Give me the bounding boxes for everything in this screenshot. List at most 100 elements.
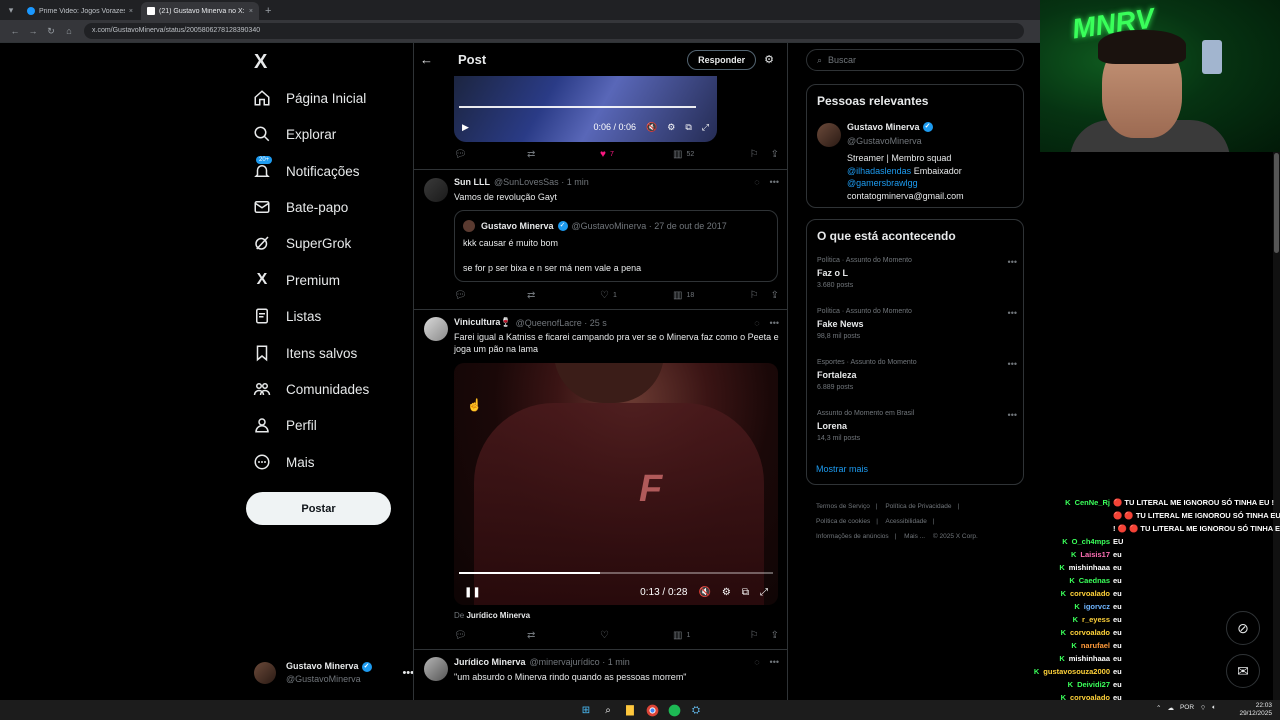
nav-item-explore[interactable]: Explorar bbox=[252, 119, 336, 149]
close-tab-icon[interactable]: × bbox=[129, 8, 133, 15]
search-input[interactable]: Buscar bbox=[828, 55, 856, 65]
account-switcher[interactable]: Gustavo Minerva ✓ @GustavoMinerva ••• bbox=[254, 653, 414, 693]
steam-icon[interactable]: ⛭ bbox=[688, 702, 704, 718]
trend-item[interactable]: Política · Assunto do Momento Faz o L 3.… bbox=[817, 257, 1017, 289]
tweet-author-handle[interactable]: @SunLovesSas bbox=[494, 177, 559, 187]
more-dots-icon[interactable]: ••• bbox=[1008, 308, 1017, 318]
share-icon[interactable]: ⇪ bbox=[771, 630, 779, 641]
avatar[interactable] bbox=[424, 657, 448, 681]
tweet-author-handle[interactable]: @QueenofLacre bbox=[516, 318, 582, 328]
avatar[interactable] bbox=[424, 178, 448, 202]
folder-icon[interactable]: ▇ bbox=[622, 702, 638, 718]
nav-item-supergrok[interactable]: SuperGrok bbox=[252, 228, 351, 258]
footer-link[interactable]: Acessibilidade bbox=[885, 518, 927, 525]
fullscreen-icon[interactable]: ⤢ bbox=[760, 587, 768, 598]
nav-item-more[interactable]: Mais bbox=[252, 447, 315, 477]
mute-icon[interactable]: 🔇 bbox=[698, 587, 710, 598]
avatar[interactable] bbox=[424, 317, 448, 341]
video-player[interactable]: ▶ 0:06 / 0:06 🔇 ⚙ ⧉ ⤢ bbox=[454, 76, 717, 142]
video-progress-bar[interactable] bbox=[459, 106, 696, 108]
like-action[interactable]: ♡ 1 bbox=[600, 290, 673, 301]
settings-icon[interactable]: ⚙ bbox=[667, 122, 675, 133]
clock[interactable]: 22:03 29/12/2025 bbox=[1238, 702, 1272, 718]
show-more-link[interactable]: Mostrar mais bbox=[816, 464, 868, 474]
footer-link[interactable]: Mais ... bbox=[904, 533, 925, 540]
more-dots-icon[interactable]: ••• bbox=[1008, 410, 1017, 420]
language-indicator[interactable]: POR bbox=[1180, 704, 1194, 711]
nav-item-premium[interactable]: X Premium bbox=[252, 265, 340, 295]
more-dots-icon[interactable]: ••• bbox=[770, 318, 779, 328]
more-dots-icon[interactable]: ••• bbox=[1008, 359, 1017, 369]
back-arrow-icon[interactable]: ← bbox=[420, 52, 450, 67]
bio-link[interactable]: @ilhadaslendas bbox=[847, 166, 911, 176]
nav-item-profile[interactable]: Perfil bbox=[252, 410, 317, 440]
pause-icon[interactable]: ❚❚ bbox=[464, 587, 481, 598]
repost-action[interactable]: ⇄ bbox=[527, 290, 600, 301]
spotify-icon[interactable] bbox=[666, 702, 682, 718]
pip-icon[interactable]: ⧉ bbox=[685, 122, 691, 133]
wifi-icon[interactable]: ⌔ bbox=[1200, 703, 1206, 712]
tweet-author-name[interactable]: Jurídico Minerva bbox=[454, 657, 526, 667]
quoted-tweet[interactable]: Gustavo Minerva ✓ @GustavoMinerva · 27 d… bbox=[454, 210, 778, 282]
more-dots-icon[interactable]: ••• bbox=[1008, 257, 1017, 267]
views-action[interactable]: ▥ 18 bbox=[673, 290, 746, 301]
browser-tab-prime[interactable]: Prime Video: Jogos Vorazes: A ... × bbox=[21, 2, 139, 20]
mute-icon[interactable]: 🔇 bbox=[646, 122, 657, 133]
avatar[interactable] bbox=[817, 123, 841, 147]
grok-icon[interactable]: ◌ bbox=[754, 657, 759, 667]
fullscreen-icon[interactable]: ⤢ bbox=[702, 122, 709, 133]
tab-list-icon[interactable]: ▾ bbox=[4, 3, 18, 17]
browser-tab-x[interactable]: (21) Gustavo Minerva no X: "... × bbox=[141, 2, 259, 20]
trend-item[interactable]: Esportes · Assunto do Momento Fortaleza … bbox=[817, 359, 1017, 391]
more-dots-icon[interactable]: ••• bbox=[770, 177, 779, 187]
views-action[interactable]: ▥ 1 bbox=[673, 630, 746, 641]
network-icon[interactable]: ☁ bbox=[1167, 704, 1174, 712]
relevant-person-name[interactable]: Gustavo Minerva bbox=[847, 122, 920, 132]
nav-item-bookmarks[interactable]: Itens salvos bbox=[252, 338, 357, 368]
back-arrow-icon[interactable]: ← bbox=[6, 26, 24, 36]
play-icon[interactable]: ▶ bbox=[462, 122, 469, 133]
reload-icon[interactable]: ↻ bbox=[42, 26, 60, 37]
share-icon[interactable]: ⇪ bbox=[771, 149, 779, 160]
sliders-icon[interactable]: ⚙ bbox=[764, 53, 774, 66]
home-icon[interactable]: ⌂ bbox=[60, 26, 78, 36]
relevant-person-name-row[interactable]: Gustavo Minerva ✓ bbox=[847, 122, 933, 132]
search-icon[interactable]: ⌕ bbox=[600, 702, 616, 718]
video-source-name[interactable]: Jurídico Minerva bbox=[466, 611, 530, 620]
footer-link[interactable]: Política de Privacidade bbox=[885, 503, 951, 510]
url-input[interactable]: x.com/GustavoMinerva/status/200580627812… bbox=[84, 23, 1024, 39]
nav-item-communities[interactable]: Comunidades bbox=[252, 374, 369, 404]
nav-item-chat[interactable]: Bate-papo bbox=[252, 192, 348, 222]
bookmark-icon[interactable]: ⚐ bbox=[750, 149, 759, 160]
repost-action[interactable]: ⇄ bbox=[527, 149, 600, 160]
tweet-author-name[interactable]: Vinicultura🍷 bbox=[454, 317, 512, 328]
views-action[interactable]: ▥ 52 bbox=[673, 149, 746, 160]
chevron-up-icon[interactable]: ⌃ bbox=[1156, 704, 1161, 712]
tweet-author-name[interactable]: Sun LLL bbox=[454, 177, 490, 187]
share-icon[interactable]: ⇪ bbox=[771, 290, 779, 301]
video-source[interactable]: De Jurídico Minerva bbox=[454, 611, 530, 620]
bookmark-icon[interactable]: ⚐ bbox=[750, 290, 759, 301]
more-dots-icon[interactable]: ••• bbox=[770, 657, 779, 667]
like-action[interactable]: ♥ 7 bbox=[600, 149, 673, 160]
search-box[interactable]: ⌕ Buscar bbox=[806, 49, 1024, 71]
volume-icon[interactable]: 🔈︎ bbox=[1212, 704, 1216, 712]
close-tab-icon[interactable]: × bbox=[249, 8, 253, 15]
bio-link[interactable]: @gamersbrawlgg bbox=[847, 177, 1017, 190]
reply-action[interactable]: 💬︎ bbox=[454, 290, 527, 301]
nav-item-lists[interactable]: Listas bbox=[252, 301, 321, 331]
footer-link[interactable]: Política de cookies bbox=[816, 518, 870, 525]
video-player[interactable]: F ☝ ❚❚ 0:13 / 0:28 🔇 ⚙ ⧉ ⤢ bbox=[454, 363, 778, 605]
scrollbar-thumb[interactable] bbox=[1274, 153, 1279, 253]
reply-button[interactable]: Responder bbox=[687, 49, 757, 70]
nav-item-home[interactable]: Página Inicial bbox=[252, 83, 366, 113]
pip-icon[interactable]: ⧉ bbox=[742, 587, 749, 598]
windows-start-icon[interactable]: ⊞ bbox=[578, 702, 594, 718]
like-action[interactable]: ♡ bbox=[600, 630, 673, 641]
bookmark-icon[interactable]: ⚐ bbox=[750, 630, 759, 641]
new-tab-button[interactable]: + bbox=[265, 5, 271, 17]
chrome-icon[interactable] bbox=[644, 702, 660, 718]
grok-icon[interactable]: ◌ bbox=[754, 318, 759, 328]
trend-item[interactable]: Assunto do Momento em Brasil Lorena 14,3… bbox=[817, 410, 1017, 442]
x-logo[interactable]: X bbox=[254, 51, 267, 74]
